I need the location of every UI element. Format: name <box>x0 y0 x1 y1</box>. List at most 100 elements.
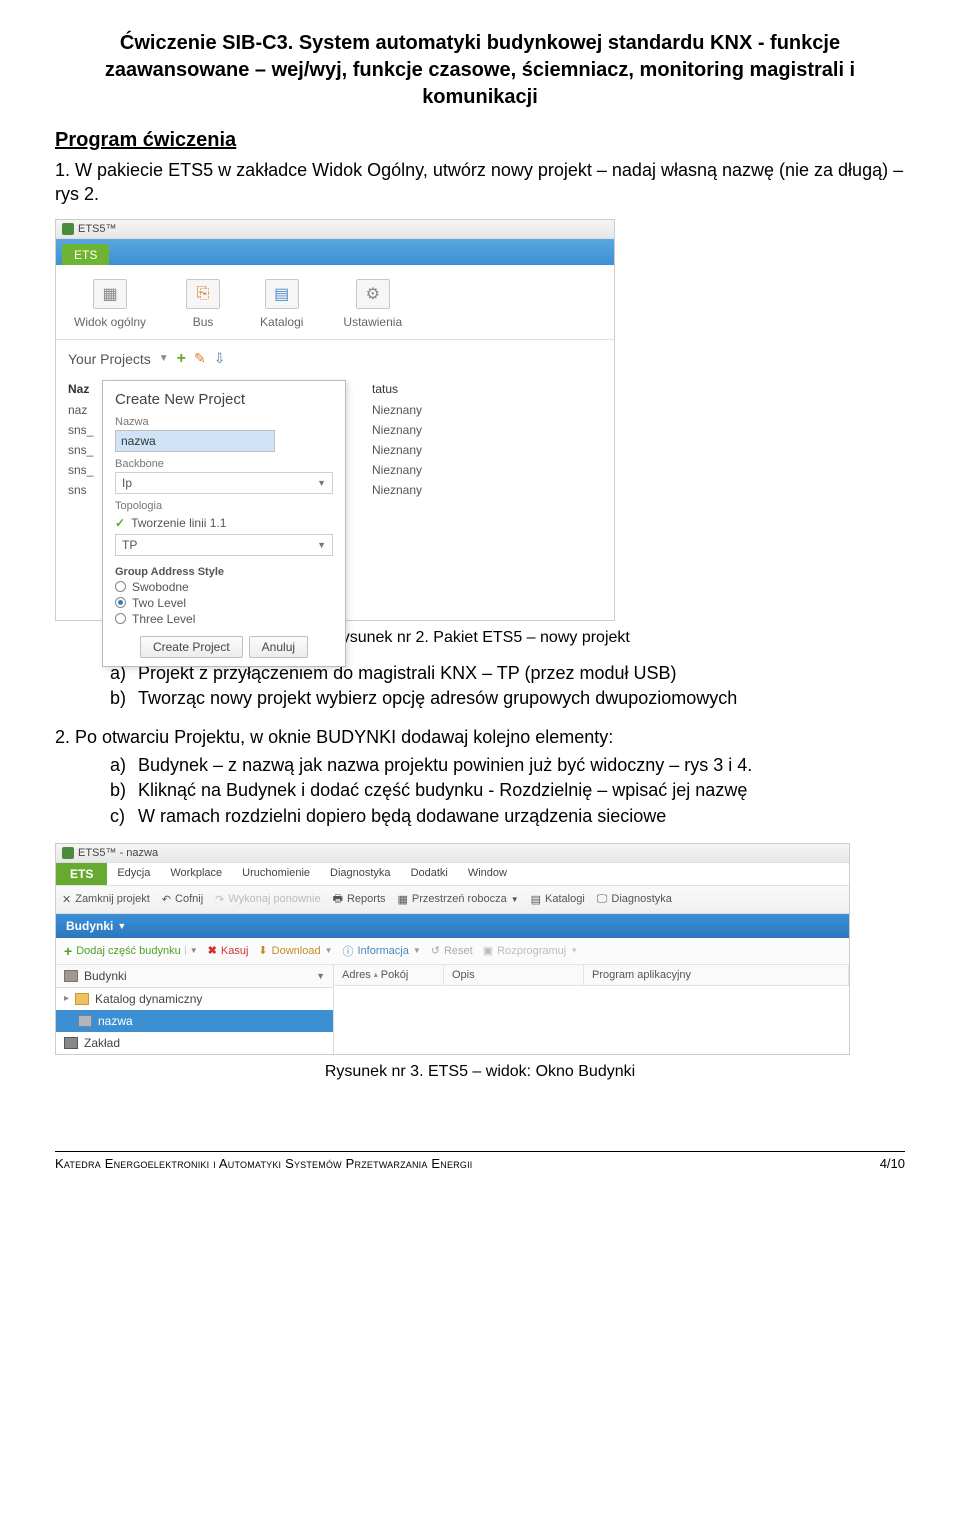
check-icon: ✓ <box>115 516 125 530</box>
radio-two-level[interactable]: Two Level <box>115 596 333 610</box>
tree-label: Katalog dynamiczny <box>95 992 202 1006</box>
info-button[interactable]: ⓘInformacja▼ <box>342 943 420 959</box>
app-toolbar: ✕Zamknij projekt ↶Cofnij ↷Wykonaj ponown… <box>56 886 849 914</box>
label-backbone: Backbone <box>115 458 333 470</box>
step-2-text: Po otwarciu Projektu, w oknie BUDYNKI do… <box>75 727 613 747</box>
toolbar-view-general[interactable]: ▦ Widok ogólny <box>74 279 146 329</box>
tree-select-header[interactable]: Budynki ▼ <box>56 965 333 988</box>
radio-label: Swobodne <box>132 580 189 594</box>
chevron-down-icon: ▼ <box>317 540 326 550</box>
project-name-input[interactable]: nazwa <box>115 430 275 452</box>
tab-row: ETS <box>56 239 614 265</box>
group-style-heading: Group Address Style <box>115 566 333 578</box>
close-icon: ✖ <box>208 944 217 957</box>
menu-edit[interactable]: Edycja <box>107 863 160 885</box>
toolbar-label: Katalogi <box>260 315 303 329</box>
ets-menu-button[interactable]: ETS <box>56 863 107 885</box>
menu-run[interactable]: Uruchomienie <box>232 863 320 885</box>
panel-header-buildings[interactable]: Budynki ▼ <box>56 914 849 938</box>
undo-icon: ↶ <box>162 893 171 906</box>
menu-window[interactable]: Window <box>458 863 517 885</box>
building-icon <box>64 970 78 982</box>
window-titlebar: ETS5™ - nazwa <box>56 844 849 863</box>
grid-columns: Adres ▴ Pokój Opis Program aplikacyjny <box>334 965 849 986</box>
radio-icon <box>115 613 126 624</box>
add-building-part-button[interactable]: + Dodaj część budynku ▼ <box>64 943 198 959</box>
topology-select[interactable]: TP ▼ <box>115 534 333 556</box>
col-address[interactable]: Adres ▴ Pokój <box>334 965 444 985</box>
chevron-down-icon: ▼ <box>570 946 578 955</box>
chevron-down-icon: ▼ <box>117 921 126 931</box>
wrench-icon <box>64 1037 78 1049</box>
tree-item-plant[interactable]: Zakład <box>56 1032 333 1054</box>
tab-ets[interactable]: ETS <box>62 244 109 265</box>
figure-3-caption: Rysunek nr 3. ETS5 – widok: Okno Budynki <box>55 1063 905 1081</box>
menu-workplace[interactable]: Workplace <box>160 863 232 885</box>
radio-icon <box>115 597 126 608</box>
download-icon: ⬇ <box>258 944 267 957</box>
window-titlebar: ETS5™ <box>56 220 614 239</box>
toolbar-undo[interactable]: ↶Cofnij <box>162 893 203 906</box>
footer-department: Katedra Energoelektroniki i Automatyki S… <box>55 1156 472 1171</box>
workspace-icon: ▦ <box>398 893 408 906</box>
chevron-down-icon: ▼ <box>159 353 169 364</box>
screenshot-ets5-new-project: ETS5™ ETS ▦ Widok ogólny ⎘ Bus ▤ Katalog… <box>55 219 615 621</box>
grid-icon: ▦ <box>93 279 127 309</box>
toolbar-redo[interactable]: ↷Wykonaj ponownie <box>215 893 320 906</box>
chevron-down-icon: ▼ <box>317 478 326 488</box>
label-topology: Topologia <box>115 500 333 512</box>
your-projects-header[interactable]: Your Projects ▼ + ✎ ⇩ <box>56 340 614 378</box>
unprogram-button[interactable]: ▣Rozprogramuj▼ <box>483 944 578 957</box>
toolbar-workspace[interactable]: ▦Przestrzeń robocza▼ <box>398 893 519 906</box>
col-app-program[interactable]: Program aplikacyjny <box>584 965 849 985</box>
tree-head-label: Budynki <box>84 969 127 983</box>
toolbar-reports[interactable]: 🖶Reports <box>333 890 386 909</box>
select-value: Ip <box>122 476 132 490</box>
menu-bar: ETS Edycja Workplace Uruchomienie Diagno… <box>56 863 849 886</box>
label-name: Nazwa <box>115 416 333 428</box>
toolbar-catalogs[interactable]: ▤Katalogi <box>531 893 585 906</box>
toolbar-close-project[interactable]: ✕Zamknij projekt <box>62 893 150 906</box>
import-icon[interactable]: ⇩ <box>214 350 226 367</box>
create-project-button[interactable]: Create Project <box>140 636 243 658</box>
delete-button[interactable]: ✖ Kasuj <box>208 944 249 957</box>
monitor-icon: 🖵 <box>597 893 608 906</box>
panel-title: Budynki <box>66 919 113 933</box>
step-2: 2. Po otwarciu Projektu, w oknie BUDYNKI… <box>55 725 905 749</box>
reset-icon: ↺ <box>431 944 440 957</box>
add-project-icon[interactable]: + <box>177 350 186 368</box>
toolbar-settings[interactable]: ⚙ Ustawienia <box>343 279 402 329</box>
topology-checkbox[interactable]: ✓ Tworzenie linii 1.1 <box>115 516 333 530</box>
radio-label: Three Level <box>132 612 195 626</box>
tree-item-dynamic-catalog[interactable]: ▸ Katalog dynamiczny <box>56 988 333 1010</box>
main-toolbar: ▦ Widok ogólny ⎘ Bus ▤ Katalogi ⚙ Ustawi… <box>56 265 614 340</box>
menu-addons[interactable]: Dodatki <box>401 863 458 885</box>
step1-sub-b: b)Tworząc nowy projekt wybierz opcję adr… <box>110 686 905 711</box>
reset-button[interactable]: ↺Reset <box>431 944 473 957</box>
radio-three-level[interactable]: Three Level <box>115 612 333 626</box>
radio-free[interactable]: Swobodne <box>115 580 333 594</box>
toolbar-label: Bus <box>193 315 214 329</box>
page-footer: Katedra Energoelektroniki i Automatyki S… <box>55 1151 905 1171</box>
step-1-number: 1. <box>55 160 70 180</box>
menu-diagnostics[interactable]: Diagnostyka <box>320 863 401 885</box>
col-description[interactable]: Opis <box>444 965 584 985</box>
backbone-select[interactable]: Ip ▼ <box>115 472 333 494</box>
cancel-button[interactable]: Anuluj <box>249 636 308 658</box>
chevron-down-icon: ▼ <box>413 946 421 955</box>
book-icon: ▤ <box>265 279 299 309</box>
plus-icon: + <box>64 943 72 959</box>
toolbar-bus[interactable]: ⎘ Bus <box>186 279 220 329</box>
gear-icon: ⚙ <box>356 279 390 309</box>
window-title: ETS5™ <box>78 223 117 235</box>
app-icon <box>62 223 74 235</box>
select-value: TP <box>122 538 137 552</box>
col-status: tatus <box>372 382 398 396</box>
app-icon <box>62 847 74 859</box>
toolbar-diagnostics[interactable]: 🖵Diagnostyka <box>597 893 672 906</box>
download-button[interactable]: ⬇Download▼ <box>258 944 332 957</box>
toolbar-catalogs[interactable]: ▤ Katalogi <box>260 279 303 329</box>
document-title: Ćwiczenie SIB-C3. System automatyki budy… <box>55 30 905 111</box>
tree-item-project[interactable]: nazwa <box>56 1010 333 1032</box>
edit-project-icon[interactable]: ✎ <box>194 350 206 367</box>
